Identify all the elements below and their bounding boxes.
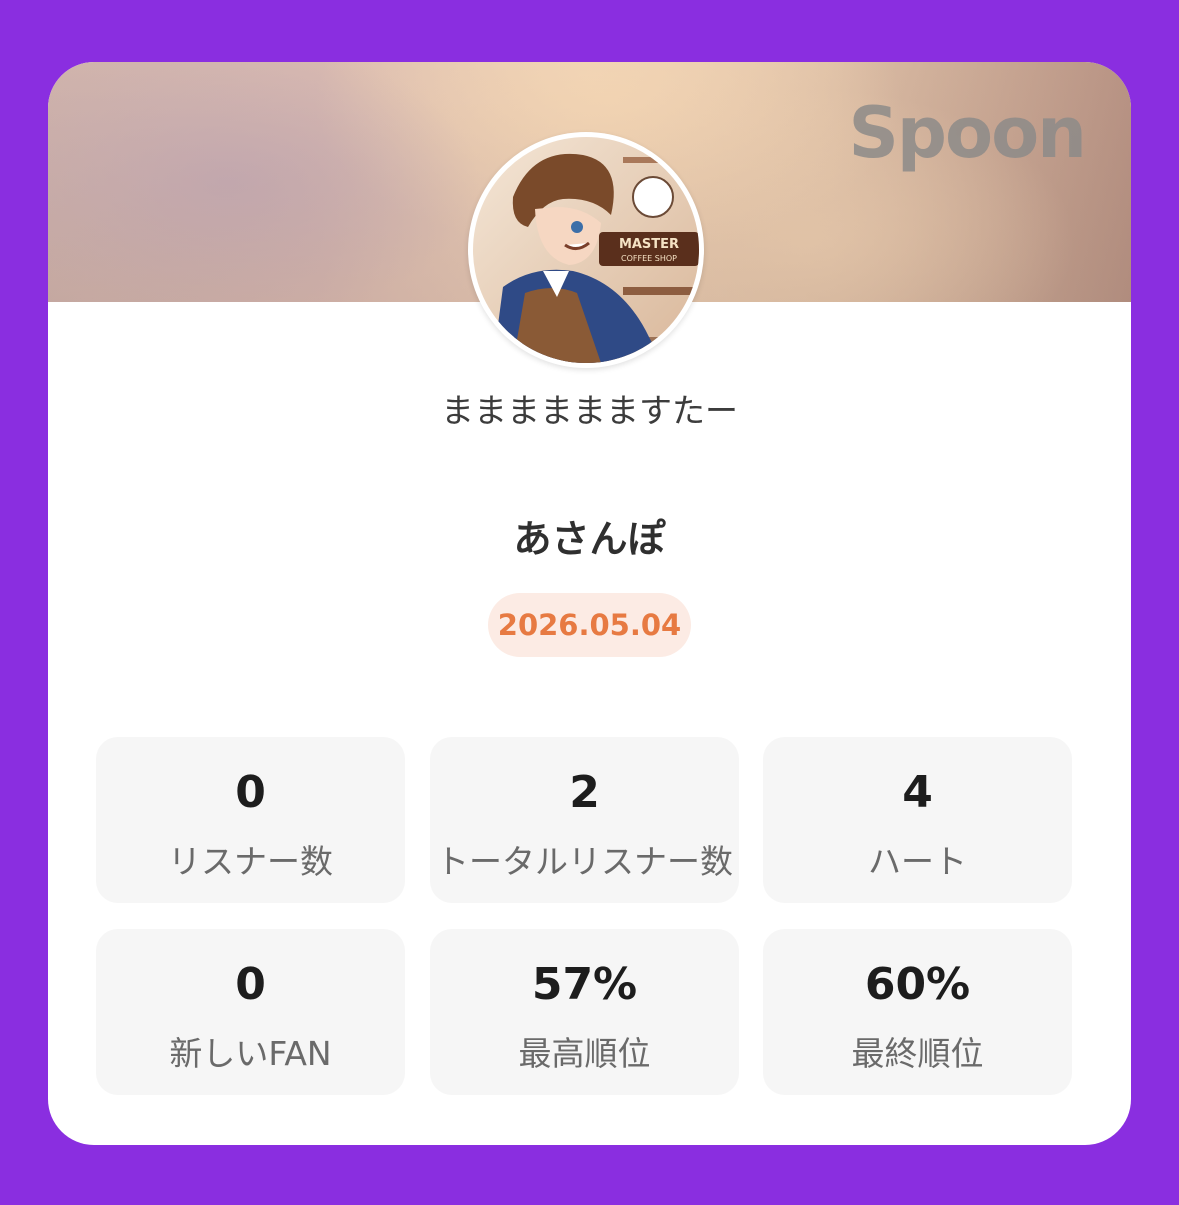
avatar[interactable]: MASTER COFFEE SHOP	[468, 132, 704, 368]
stat-final-rank: 60% 最終順位	[763, 929, 1072, 1095]
stat-hearts: 4 ハート	[763, 737, 1072, 903]
stat-value: 0	[235, 767, 266, 818]
stat-value: 57%	[531, 959, 638, 1010]
stat-label: ハート	[868, 842, 967, 881]
stat-listeners: 0 リスナー数	[96, 737, 405, 903]
stat-label: 最終順位	[851, 1034, 984, 1073]
stat-label: リスナー数	[168, 842, 333, 881]
broadcast-title: あさんぽ	[513, 517, 666, 561]
stat-value: 0	[235, 959, 266, 1010]
stat-value: 4	[902, 767, 933, 818]
sign-text-coffee-shop: COFFEE SHOP	[621, 254, 677, 263]
sign-text-master: MASTER	[619, 237, 679, 252]
avatar-image: MASTER COFFEE SHOP	[473, 137, 699, 363]
stat-label: トータルリスナー数	[436, 842, 733, 881]
stat-value: 2	[569, 767, 600, 818]
spoon-logo: Spoon	[848, 92, 1087, 174]
page-background: Spoon MASTER COFFEE SHOP まままままますたー あさんぽ …	[0, 0, 1179, 1205]
stat-new-fans: 0 新しいFAN	[96, 929, 405, 1095]
stat-highest-rank: 57% 最高順位	[430, 929, 739, 1095]
date-badge: 2026.05.04	[488, 593, 691, 657]
stat-value: 60%	[864, 959, 971, 1010]
stat-label: 最高順位	[518, 1034, 651, 1073]
dj-name: まままままますたー	[441, 391, 738, 430]
stats-card: Spoon MASTER COFFEE SHOP まままままますたー あさんぽ …	[48, 62, 1131, 1145]
stat-label: 新しいFAN	[169, 1034, 332, 1073]
stat-total-listeners: 2 トータルリスナー数	[430, 737, 739, 903]
